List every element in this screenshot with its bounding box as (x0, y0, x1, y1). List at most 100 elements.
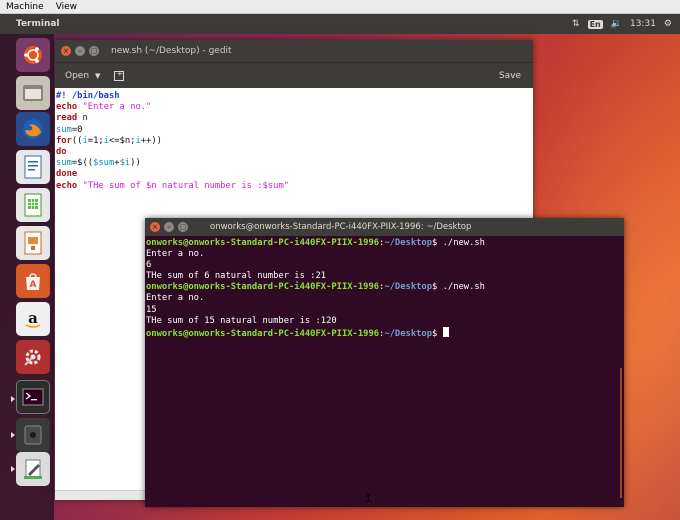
prompt-user-host: onworks@onworks-Standard-PC-i440FX-PIIX-… (146, 282, 380, 293)
prompt-path: ~/Desktop (384, 238, 433, 248)
code-token: echo (56, 180, 83, 191)
terminal-text: Enter a no. (146, 293, 205, 304)
running-indicator (11, 396, 15, 402)
launcher: A a (0, 34, 54, 520)
terminal-window: × – □ onworks@onworks-Standard-PC-i440FX… (145, 218, 624, 507)
open-label: Open (65, 70, 90, 81)
terminal-icon[interactable] (16, 380, 50, 414)
code-line: read n (56, 113, 533, 124)
network-icon[interactable]: ⇅ (572, 19, 580, 29)
terminal-line: onworks@onworks-Standard-PC-i440FX-PIIX-… (146, 326, 621, 339)
code-token: ++)) (140, 135, 162, 146)
new-document-icon[interactable] (114, 69, 125, 81)
host-menu-view[interactable]: View (50, 2, 83, 12)
code-token: sum (56, 158, 72, 169)
terminal-text: $ ./new.sh (432, 282, 485, 293)
close-icon[interactable]: × (61, 46, 71, 56)
prompt-path: ~/Desktop (384, 282, 433, 293)
save-button[interactable]: Save (499, 71, 521, 81)
code-line: sum=0 (56, 125, 533, 136)
calc-icon[interactable] (16, 188, 50, 222)
code-token: "THe sum of $n natural number is :$sum" (82, 180, 290, 191)
svg-text:a: a (28, 309, 38, 327)
terminal-line: 6 (146, 260, 621, 271)
terminal-text: $ (432, 328, 443, 339)
chevron-down-icon: ▼ (95, 71, 101, 80)
disk-icon[interactable] (16, 418, 50, 452)
terminal-title: onworks@onworks-Standard-PC-i440FX-PIIX-… (210, 222, 472, 232)
mouse-ibeam-cursor: I (365, 492, 372, 505)
code-line: echo "THe sum of $n natural number is :$… (56, 181, 533, 192)
terminal-scrollbar[interactable] (620, 368, 622, 498)
code-token: n (77, 113, 88, 124)
minimize-icon[interactable]: – (75, 46, 85, 56)
code-token: echo (56, 102, 83, 113)
terminal-text: 15 (146, 304, 157, 315)
code-line: do (56, 147, 533, 158)
code-line: for((i=1;i<=$n;i++)) (56, 136, 533, 147)
settings-icon[interactable] (16, 340, 50, 374)
top-panel: Terminal ⇅ En 🔉 13:31 ⚙ (0, 14, 680, 34)
gedit-titlebar[interactable]: × – □ new.sh (~/Desktop) - gedit (55, 40, 533, 62)
gedit-headerbar: Open ▼ Save (55, 62, 533, 88)
code-line: sum=$(($sum+$i)) (56, 158, 533, 169)
terminal-text: $ ./new.sh (432, 238, 485, 248)
terminal-text: Enter a no. (146, 249, 205, 260)
clock[interactable]: 13:31 (630, 19, 656, 29)
writer-icon[interactable] (16, 150, 50, 184)
panel-indicators: ⇅ En 🔉 13:31 ⚙ (572, 19, 672, 29)
code-token: "Enter a no." (82, 102, 152, 113)
code-line: #! /bin/bash (56, 91, 533, 102)
terminal-line: 15 (146, 305, 621, 316)
open-button[interactable]: Open ▼ (65, 71, 100, 81)
active-app-title: Terminal (16, 19, 60, 29)
terminal-line: onworks@onworks-Standard-PC-i440FX-PIIX-… (146, 238, 621, 249)
code-token: =1; (87, 135, 104, 146)
text-editor-icon[interactable] (16, 452, 50, 486)
terminal-line: Enter a no. (146, 293, 621, 304)
code-token: sum (56, 124, 72, 135)
ubuntu-dash-icon[interactable] (16, 38, 50, 72)
code-token: for (56, 135, 72, 146)
power-gear-icon[interactable]: ⚙ (664, 19, 672, 29)
svg-text:A: A (30, 280, 37, 290)
software-center-icon[interactable]: A (16, 264, 50, 298)
terminal-line: THe sum of 6 natural number is :21 (146, 271, 621, 282)
close-icon[interactable]: × (150, 222, 160, 232)
code-token: <=$n; (108, 135, 136, 146)
code-token: do (56, 146, 67, 157)
firefox-icon[interactable] (16, 112, 50, 146)
code-token: )) (130, 158, 141, 169)
code-token: =0 (71, 124, 83, 135)
code-token: (( (71, 135, 83, 146)
terminal-titlebar[interactable]: × – □ onworks@onworks-Standard-PC-i440FX… (145, 218, 624, 236)
terminal-cursor (442, 326, 449, 337)
code-line: echo "Enter a no." (56, 102, 533, 113)
terminal-text: 6 (146, 260, 152, 271)
files-icon[interactable] (16, 76, 50, 110)
host-menu-machine[interactable]: Machine (0, 2, 50, 12)
maximize-icon[interactable]: □ (178, 222, 188, 232)
host-menu-bar: Machine View (0, 0, 680, 14)
code-token: =$(( (71, 158, 94, 169)
amazon-icon[interactable]: a (16, 302, 50, 336)
volume-icon[interactable]: 🔉 (611, 19, 622, 29)
prompt-user-host: onworks@onworks-Standard-PC-i440FX-PIIX-… (146, 238, 380, 248)
prompt-user-host: onworks@onworks-Standard-PC-i440FX-PIIX-… (146, 328, 380, 339)
code-token: read (56, 113, 78, 124)
terminal-text: THe sum of 15 natural number is :120 (146, 315, 337, 326)
minimize-icon[interactable]: – (164, 222, 174, 232)
code-token: #! /bin/bash (56, 91, 120, 101)
prompt-path: ~/Desktop (384, 328, 433, 339)
keyboard-layout-indicator[interactable]: En (587, 19, 603, 29)
impress-icon[interactable] (16, 226, 50, 260)
terminal-line: Enter a no. (146, 249, 621, 260)
code-line: done (56, 169, 533, 180)
terminal-output[interactable]: onworks@onworks-Standard-PC-i440FX-PIIX-… (146, 238, 621, 506)
maximize-icon[interactable]: □ (89, 46, 99, 56)
terminal-line: onworks@onworks-Standard-PC-i440FX-PIIX-… (146, 282, 621, 293)
running-indicator (11, 432, 15, 438)
code-token: $i (119, 158, 131, 169)
code-token: done (56, 169, 78, 180)
terminal-line: THe sum of 15 natural number is :120 (146, 316, 621, 327)
